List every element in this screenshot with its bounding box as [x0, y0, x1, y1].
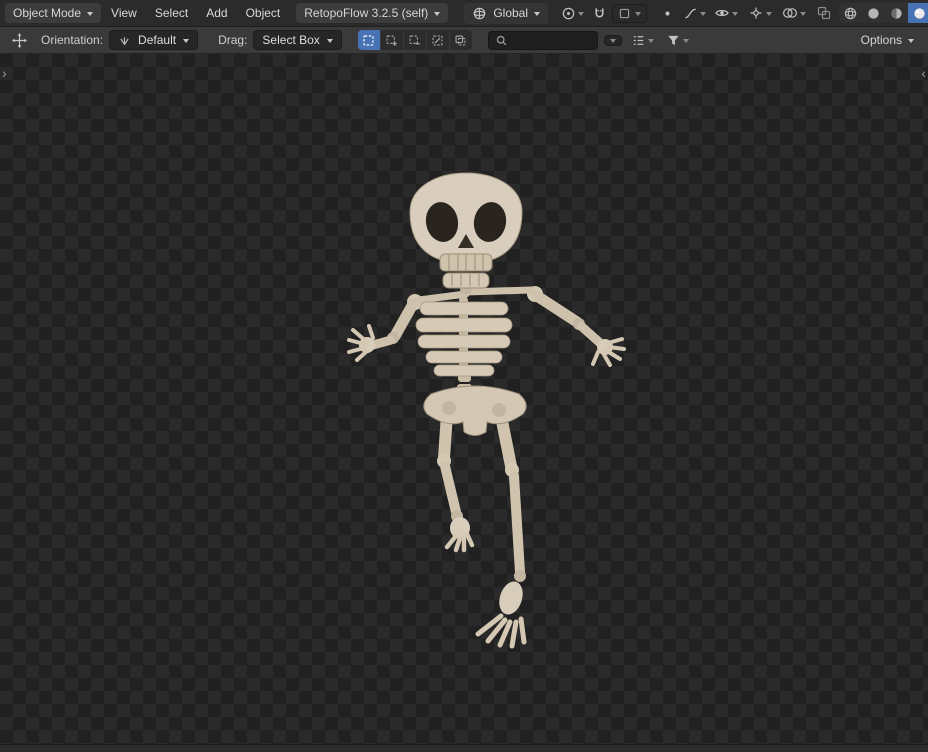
orientation-label: Orientation: [41, 33, 104, 47]
sidebar-toggle-arrow[interactable]: ‹ [921, 66, 926, 80]
orientation-value: Global [493, 6, 528, 20]
search-box [487, 30, 598, 50]
shading-material-button[interactable] [885, 3, 908, 23]
select-mode-subtract-button[interactable] [403, 30, 426, 50]
skeleton-model[interactable] [335, 146, 635, 706]
chevron-down-icon [635, 11, 641, 16]
xray-toggle[interactable] [813, 3, 835, 23]
select-mode-extend-button[interactable] [380, 30, 403, 50]
gizmos-dropdown[interactable] [745, 3, 775, 23]
search-icon [495, 34, 508, 47]
falloff-curve-icon [683, 6, 698, 21]
display-mode-dropdown[interactable] [628, 31, 657, 50]
chevron-down-icon [908, 38, 914, 43]
gizmo-icon [748, 5, 764, 21]
select-subtract-icon [408, 34, 421, 47]
shading-rendered-button[interactable] [908, 3, 928, 23]
snap-settings-dropdown[interactable] [612, 3, 647, 23]
transform-orientation-dropdown[interactable]: Global [464, 2, 548, 24]
toolbar-toggle-arrow[interactable]: › [2, 66, 7, 80]
shading-mode-group [839, 3, 928, 23]
eye-icon [714, 5, 730, 21]
visibility-dropdown[interactable] [711, 3, 741, 23]
header-right-cluster [711, 3, 928, 23]
select-mode-intersect-button[interactable] [449, 30, 472, 50]
snap-target-icon [618, 7, 631, 20]
proportional-editing-toggle[interactable] [657, 4, 678, 23]
drag-dropdown[interactable]: Select Box [253, 30, 342, 50]
chevron-down-icon [700, 11, 706, 16]
viewport-3d[interactable]: › ‹ [0, 54, 928, 744]
overlays-icon [782, 5, 798, 21]
chevron-down-icon [326, 38, 333, 43]
chevron-down-icon [609, 38, 616, 43]
active-tool-button[interactable] [8, 30, 31, 51]
chevron-down-icon [87, 11, 94, 16]
funnel-icon [668, 35, 679, 45]
select-set-icon [362, 34, 375, 47]
material-sphere-icon [891, 7, 902, 19]
drag-value: Select Box [262, 33, 320, 47]
chevron-down-icon [434, 11, 441, 16]
move-tool-icon [12, 32, 27, 48]
search-options-dropdown[interactable] [603, 34, 622, 46]
select-invert-icon [431, 34, 444, 47]
pivot-point-icon [561, 6, 576, 21]
status-bar [0, 744, 928, 752]
select-mode-group [357, 30, 472, 50]
chevron-down-icon [800, 11, 806, 16]
wireframe-sphere-icon [843, 6, 858, 21]
chevron-down-icon [183, 38, 190, 43]
chevron-down-icon [647, 38, 654, 43]
viewport-header: Object Mode View Select Add Object Retop… [0, 0, 928, 27]
magnet-icon [592, 6, 607, 21]
tool-orientation-value: Default [138, 33, 177, 47]
snap-toggle[interactable] [589, 4, 610, 23]
select-mode-invert-button[interactable] [426, 30, 449, 50]
xray-icon [816, 5, 832, 21]
menu-add[interactable]: Add [198, 3, 235, 23]
overlays-dropdown[interactable] [779, 3, 809, 23]
select-mode-set-button[interactable] [357, 30, 380, 50]
drag-label: Drag: [218, 33, 248, 47]
axes-icon [118, 34, 131, 47]
tool-orientation-dropdown[interactable]: Default [109, 30, 199, 50]
search-input[interactable] [512, 33, 591, 47]
filter-dropdown[interactable] [663, 31, 692, 50]
rendered-sphere-icon [914, 7, 925, 19]
mode-label: Object Mode [13, 6, 82, 20]
menu-view[interactable]: View [103, 3, 145, 23]
proportional-dot-icon [665, 10, 670, 16]
select-extend-icon [385, 34, 398, 46]
shading-solid-button[interactable] [862, 3, 885, 23]
menu-select[interactable]: Select [147, 3, 196, 23]
retopoflow-label: RetopoFlow 3.2.5 (self) [304, 6, 429, 20]
tool-settings-bar: Orientation: Default Drag: Select Box Op… [0, 27, 928, 54]
tree-list-icon [631, 33, 646, 48]
proportional-falloff-dropdown[interactable] [680, 4, 709, 23]
chevron-down-icon [682, 38, 689, 43]
chevron-down-icon [578, 11, 584, 16]
chevron-down-icon [732, 11, 738, 16]
chevron-down-icon [766, 11, 772, 16]
options-dropdown[interactable]: Options [855, 30, 920, 50]
mode-dropdown[interactable]: Object Mode [5, 3, 102, 23]
select-intersect-icon [454, 34, 467, 47]
menu-object[interactable]: Object [238, 3, 289, 23]
pivot-point-dropdown[interactable] [558, 4, 587, 23]
chevron-down-icon [534, 11, 540, 16]
global-orientation-icon [472, 6, 487, 21]
options-label: Options [860, 33, 902, 47]
retopoflow-menu[interactable]: RetopoFlow 3.2.5 (self) [296, 3, 449, 23]
shading-wireframe-button[interactable] [839, 3, 862, 23]
solid-sphere-icon [868, 7, 879, 19]
